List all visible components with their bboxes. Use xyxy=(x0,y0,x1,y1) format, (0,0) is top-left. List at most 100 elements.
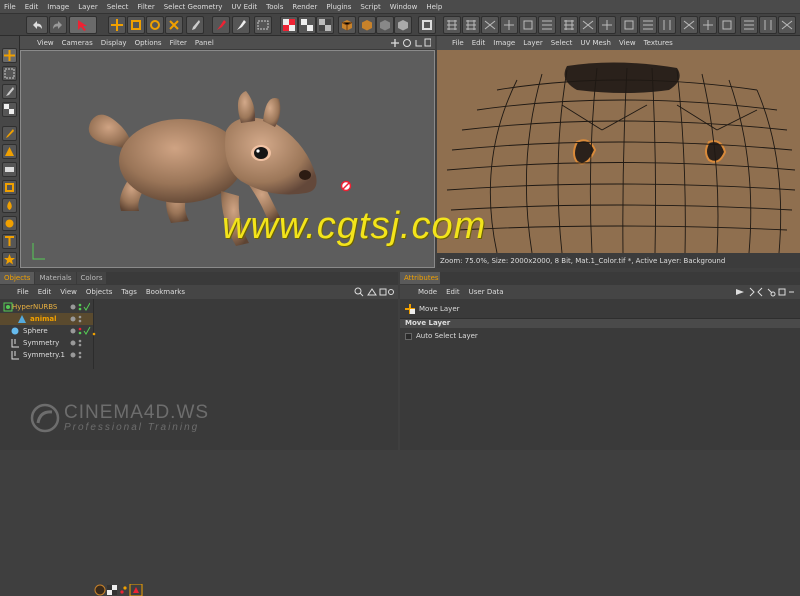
uv-tool-5[interactable] xyxy=(519,16,537,34)
checker3-button[interactable] xyxy=(316,16,334,34)
object-name[interactable]: Symmetry.1 xyxy=(23,351,65,359)
menu-edit[interactable]: Edit xyxy=(25,3,39,11)
uv-tool-10[interactable] xyxy=(620,16,638,34)
render-button[interactable] xyxy=(418,16,436,34)
uv-tool-16[interactable] xyxy=(740,16,758,34)
paint-button[interactable] xyxy=(212,16,230,34)
object-row-sphere[interactable]: Sphere xyxy=(0,325,398,337)
menu-window[interactable]: Window xyxy=(390,3,418,11)
tab-colors[interactable]: Colors xyxy=(76,272,107,284)
smudge-tool-button[interactable] xyxy=(2,216,17,231)
uv-tool-14[interactable] xyxy=(699,16,717,34)
uv-tool-4[interactable] xyxy=(500,16,518,34)
obj-menu-edit[interactable]: Edit xyxy=(38,288,52,296)
object-name[interactable]: Sphere xyxy=(23,327,48,335)
tab-materials[interactable]: Materials xyxy=(35,272,76,284)
animal-tags[interactable] xyxy=(94,584,154,596)
object-name[interactable]: HyperNURBS xyxy=(12,303,57,311)
clone-tool-button[interactable] xyxy=(2,144,17,159)
uv-tool-9[interactable] xyxy=(598,16,616,34)
cube3-button[interactable] xyxy=(376,16,394,34)
menu-help[interactable]: Help xyxy=(426,3,442,11)
checker-tool-button[interactable] xyxy=(2,102,17,117)
checker-button[interactable] xyxy=(280,16,298,34)
attr-menu-user-data[interactable]: User Data xyxy=(469,288,504,296)
obj-menu-objects[interactable]: Objects xyxy=(86,288,112,296)
move-tool-button[interactable] xyxy=(2,48,17,63)
fill-tool-button[interactable] xyxy=(2,180,17,195)
obj-menu-bookmarks[interactable]: Bookmarks xyxy=(146,288,185,296)
uv-tool-15[interactable] xyxy=(718,16,736,34)
uv-tool-3[interactable] xyxy=(481,16,499,34)
obj-menu-tags[interactable]: Tags xyxy=(121,288,137,296)
uv-tool-7[interactable] xyxy=(560,16,578,34)
search-icon[interactable] xyxy=(354,287,394,297)
menu-script[interactable]: Script xyxy=(360,3,380,11)
visibility-toggle-icon[interactable] xyxy=(70,302,90,312)
uv-menu-layer[interactable]: Layer xyxy=(523,39,543,47)
object-name[interactable]: animal xyxy=(30,315,57,323)
uv-tool-12[interactable] xyxy=(658,16,676,34)
viewport-menu-cameras[interactable]: Cameras xyxy=(62,39,93,47)
object-name[interactable]: Symmetry xyxy=(23,339,59,347)
visibility-toggle-icon[interactable] xyxy=(70,338,90,348)
uv-tool-2[interactable] xyxy=(462,16,480,34)
checker2-button[interactable] xyxy=(298,16,316,34)
uv-menu-image[interactable]: Image xyxy=(493,39,515,47)
viewport-menu-options[interactable]: Options xyxy=(135,39,162,47)
menu-uv-edit[interactable]: UV Edit xyxy=(231,3,257,11)
smudge-button[interactable] xyxy=(232,16,250,34)
drop-tool-button[interactable] xyxy=(2,198,17,213)
eyedropper-tool-button[interactable] xyxy=(2,126,17,141)
object-row-hypernurbs[interactable]: HyperNURBS xyxy=(0,301,398,313)
cube4-button[interactable] xyxy=(394,16,412,34)
menu-tools[interactable]: Tools xyxy=(266,3,283,11)
uv-menu-uv-mesh[interactable]: UV Mesh xyxy=(580,39,611,47)
brush-button[interactable] xyxy=(186,16,204,34)
tab-objects[interactable]: Objects xyxy=(0,272,35,284)
move-button[interactable] xyxy=(108,16,126,34)
uv-menu-textures[interactable]: Textures xyxy=(644,39,673,47)
viewport-menu-filter[interactable]: Filter xyxy=(170,39,187,47)
auto-select-layer-checkbox[interactable] xyxy=(405,332,412,340)
menu-filter[interactable]: Filter xyxy=(137,3,154,11)
star-tool-button[interactable] xyxy=(2,252,17,267)
uv-tool-17[interactable] xyxy=(759,16,777,34)
brush-tool-button[interactable] xyxy=(2,84,17,99)
attr-menu-mode[interactable]: Mode xyxy=(418,288,437,296)
cube2-button[interactable] xyxy=(358,16,376,34)
uv-tool-11[interactable] xyxy=(639,16,657,34)
menu-image[interactable]: Image xyxy=(47,3,69,11)
uv-menu-select[interactable]: Select xyxy=(551,39,573,47)
uv-tool-1[interactable] xyxy=(443,16,461,34)
visibility-toggle-icon[interactable] xyxy=(70,314,90,324)
tab-attributes[interactable]: Attributes xyxy=(400,272,440,284)
text-tool-button[interactable] xyxy=(2,234,17,249)
menu-plugins[interactable]: Plugins xyxy=(326,3,351,11)
object-row-animal[interactable]: animal xyxy=(0,313,93,325)
viewport-menu-view[interactable]: View xyxy=(37,39,54,47)
viewport-menu-display[interactable]: Display xyxy=(101,39,127,47)
transform-button[interactable] xyxy=(165,16,183,34)
viewport-nav-icons[interactable] xyxy=(391,38,431,48)
object-row-symmetry[interactable]: Symmetry xyxy=(0,337,398,349)
select-rect-button[interactable] xyxy=(254,16,272,34)
uv-tool-18[interactable] xyxy=(778,16,796,34)
viewport-menu-panel[interactable]: Panel xyxy=(195,39,214,47)
live-selection-button[interactable] xyxy=(69,16,97,34)
eraser-tool-button[interactable] xyxy=(2,162,17,177)
cube-button[interactable] xyxy=(338,16,356,34)
uv-tool-8[interactable] xyxy=(579,16,597,34)
menu-layer[interactable]: Layer xyxy=(78,3,98,11)
menu-select-geometry[interactable]: Select Geometry xyxy=(164,3,223,11)
scale-button[interactable] xyxy=(127,16,145,34)
obj-menu-file[interactable]: File xyxy=(17,288,29,296)
attr-menu-edit[interactable]: Edit xyxy=(446,288,460,296)
attribute-nav-icons[interactable] xyxy=(734,287,794,297)
rotate-button[interactable] xyxy=(146,16,164,34)
undo-button[interactable] xyxy=(26,16,48,34)
uv-menu-edit[interactable]: Edit xyxy=(472,39,486,47)
menu-render[interactable]: Render xyxy=(292,3,317,11)
auto-select-layer-option[interactable]: Auto Select Layer xyxy=(405,330,478,342)
object-row-symmetry-1[interactable]: Symmetry.1 xyxy=(0,349,398,361)
